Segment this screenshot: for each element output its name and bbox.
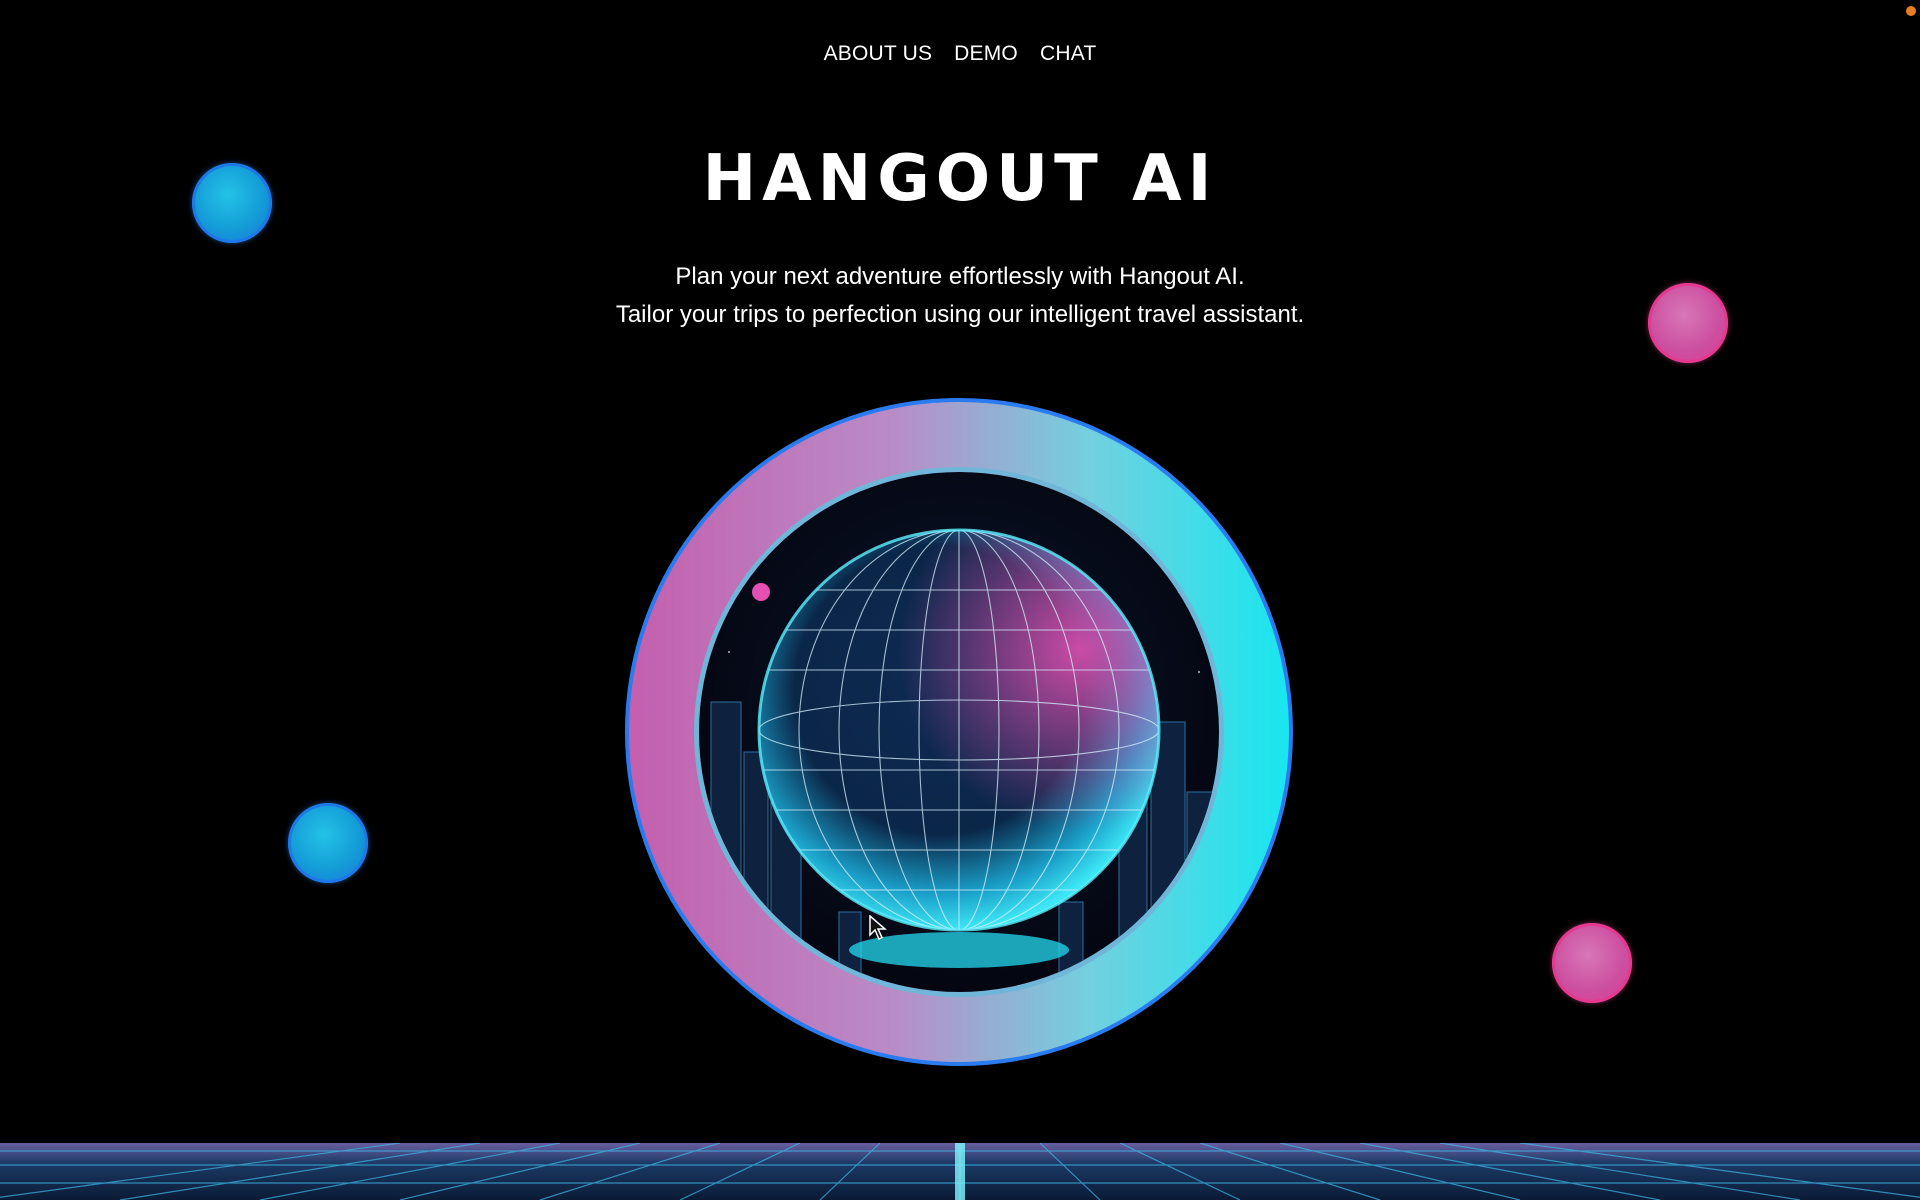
tagline: Plan your next adventure effortlessly wi… <box>0 258 1920 334</box>
top-nav: ABOUT US DEMO CHAT <box>0 42 1920 66</box>
globe-illustration <box>699 472 1219 992</box>
nav-chat[interactable]: CHAT <box>1040 42 1096 66</box>
nav-about-us[interactable]: ABOUT US <box>824 42 933 66</box>
decorative-orb-pink <box>1552 923 1632 1003</box>
hero-globe-ring[interactable] <box>625 398 1293 1066</box>
decorative-orb-blue <box>288 803 368 883</box>
decorative-orb-blue <box>192 163 272 243</box>
grid-floor <box>0 1143 1920 1200</box>
tagline-line-1: Plan your next adventure effortlessly wi… <box>675 263 1245 290</box>
pink-moon <box>752 583 770 601</box>
nav-demo[interactable]: DEMO <box>954 42 1018 66</box>
page-title: HANGOUT AI <box>702 142 1218 216</box>
tagline-line-2: Tailor your trips to perfection using ou… <box>615 301 1305 328</box>
decorative-orb-pink <box>1648 283 1728 363</box>
notification-dot-icon <box>1906 6 1916 16</box>
globe-graphic <box>710 511 1216 992</box>
cursor-pointer-icon <box>869 915 888 941</box>
